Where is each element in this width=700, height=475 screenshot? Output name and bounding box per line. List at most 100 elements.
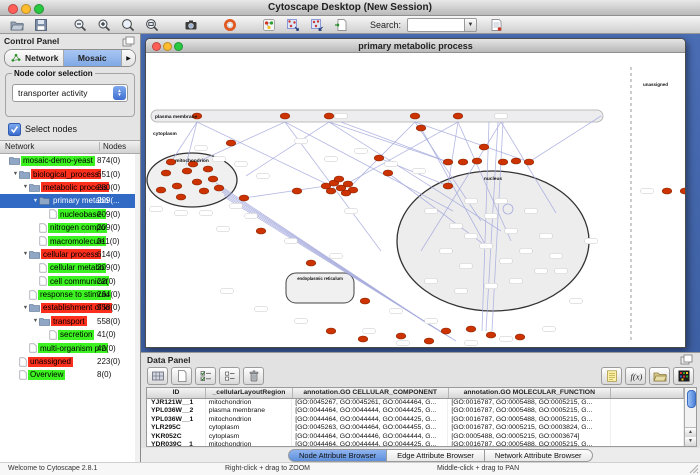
network-node[interactable] [466,326,476,332]
node-label[interactable] [485,213,498,219]
network-frame-titlebar[interactable]: primary metabolic process [146,39,685,53]
select-nodes-checkbox[interactable] [8,123,21,136]
tree-row-cell-communicat[interactable]: cell communicat22(0) [0,275,135,288]
network-node[interactable] [486,332,496,338]
node-label[interactable] [495,198,508,204]
zoom-fit-icon[interactable] [141,16,162,33]
node-label[interactable] [525,208,538,214]
column-header-_cellularLayoutRegion[interactable]: _cellularLayoutRegion [206,388,293,398]
network-node[interactable] [156,187,166,193]
node-label[interactable] [150,206,163,212]
tree-row-primary-metabo[interactable]: ▼primary metabo209(... [0,194,135,207]
network-node[interactable] [374,155,384,161]
node-label[interactable] [295,138,308,144]
node-label[interactable] [465,233,478,239]
node-label[interactable] [325,156,338,162]
float-data-panel-icon[interactable] [680,354,694,373]
notes-icon[interactable] [601,367,622,385]
network-node[interactable] [324,113,334,119]
tree-expander-icon[interactable]: ▼ [22,184,29,190]
network-node[interactable] [343,181,353,187]
node-label[interactable] [641,188,654,194]
table-row[interactable]: YPL036W__1mitochondrion[GO:0044464, GO:0… [147,416,684,424]
tree-expander-icon[interactable]: ▼ [22,305,29,311]
network-node[interactable] [443,183,453,189]
network-node[interactable] [524,159,534,165]
tab-network-attribute-browser[interactable]: Network Attribute Browser [485,449,593,462]
tree-row-biological-process[interactable]: ▼biological_process651(0) [0,167,135,180]
tree-expander-icon[interactable]: ▼ [22,251,29,257]
node-label[interactable] [455,288,468,294]
node-label[interactable] [485,283,498,289]
zoom-in-icon[interactable] [93,16,114,33]
node-label[interactable] [465,198,478,204]
tab-node-attribute-browser[interactable]: Node Attribute Browser [288,449,387,462]
attribute-grid-icon[interactable] [147,367,168,385]
network-node[interactable] [306,260,316,266]
network-node[interactable] [472,158,482,164]
node-label[interactable] [465,340,478,346]
network-node[interactable] [662,188,672,194]
tree-expander-icon[interactable]: ▼ [32,198,39,204]
network-node[interactable] [214,185,224,191]
network-node[interactable] [256,228,266,234]
vizmapper-icon[interactable] [258,16,279,33]
network-node[interactable] [192,179,202,185]
tree-row-metabolic-process[interactable]: ▼metabolic process280(0) [0,181,135,194]
formula-icon[interactable]: f(x) [625,367,646,385]
node-label[interactable] [245,213,258,219]
import-network-icon[interactable] [330,16,351,33]
node-label[interactable] [335,113,348,119]
node-label[interactable] [397,340,410,346]
network-overview-icon[interactable] [306,16,327,33]
network-node[interactable] [396,333,406,339]
network-node[interactable] [334,176,344,182]
network-node[interactable] [199,188,209,194]
network-node[interactable] [453,113,463,119]
node-label[interactable] [555,268,568,274]
node-label[interactable] [440,248,453,254]
scroll-down-icon[interactable]: ▼ [685,437,696,446]
network-node[interactable] [358,336,368,342]
node-label[interactable] [345,208,358,214]
scroll-up-icon[interactable]: ▲ [685,428,696,437]
snapshot-icon[interactable] [180,16,201,33]
node-label[interactable] [495,113,508,119]
network-node[interactable] [292,188,302,194]
tab-network[interactable]: Network [5,50,64,66]
node-label[interactable] [543,326,556,332]
tree-row-secretion[interactable]: secretion41(0) [0,328,135,341]
node-label[interactable] [480,243,493,249]
node-label[interactable] [413,168,426,174]
table-scrollbar[interactable]: ▲ ▼ [684,388,696,446]
import-attributes-icon[interactable] [649,367,670,385]
node-label[interactable] [213,156,226,162]
network-node[interactable] [239,195,249,201]
search-dropdown-icon[interactable]: ▼ [464,18,477,32]
zoom-out-icon[interactable] [69,16,90,33]
resize-grip-icon[interactable] [689,464,699,474]
network-node[interactable] [680,188,685,194]
node-label[interactable] [221,288,234,294]
column-header-annotation.GO MOLECULAR_FUNCTION[interactable]: annotation.GO MOLECULAR_FUNCTION [449,388,612,398]
table-row[interactable]: YDR039C__1mitochondrion[GO:0044464, GO:0… [147,441,684,446]
save-icon[interactable] [30,16,51,33]
tree-row-cellular-process[interactable]: ▼cellular process614(0) [0,248,135,261]
scrollbar-thumb[interactable] [687,390,696,408]
node-label[interactable] [540,233,553,239]
network-node[interactable] [280,113,290,119]
network-node[interactable] [326,328,336,334]
tree-row-mosaic-demo-yeast[interactable]: mosaic-demo-yeast874(0) [0,154,135,167]
node-label[interactable] [257,173,270,179]
node-label[interactable] [390,308,403,314]
import-table-icon[interactable] [485,16,506,33]
network-node[interactable] [441,328,451,334]
network-node[interactable] [341,190,351,196]
network-node[interactable] [515,334,525,340]
node-label[interactable] [285,238,298,244]
search-input[interactable] [407,18,464,32]
network-canvas[interactable]: plasma membranecytoplasmmitochondrionnuc… [146,53,685,347]
node-label[interactable] [425,208,438,214]
table-row[interactable]: YLR295Ccytoplasm[GO:0045263, GO:0044464,… [147,424,684,432]
network-node[interactable] [182,168,192,174]
